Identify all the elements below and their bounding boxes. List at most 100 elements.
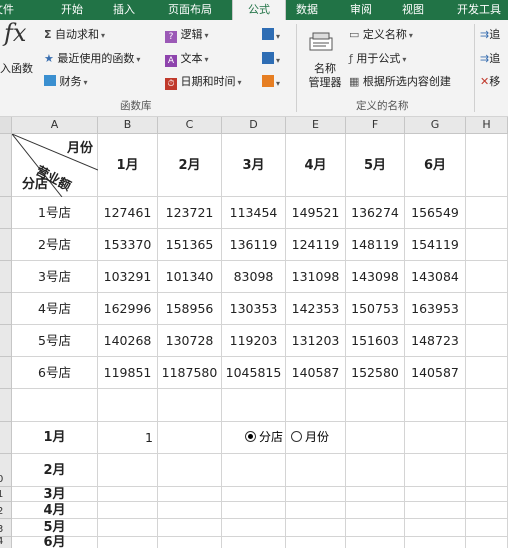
row-header[interactable] xyxy=(0,197,12,229)
data-value[interactable]: 140587 xyxy=(405,357,466,389)
data-value[interactable]: 142353 xyxy=(286,293,346,325)
math-button[interactable]: ▾ xyxy=(262,52,280,68)
data-value[interactable]: 131098 xyxy=(286,261,346,293)
fx-icon[interactable]: fx xyxy=(4,21,26,45)
data-value[interactable]: 162996 xyxy=(98,293,158,325)
column-header[interactable]: E xyxy=(286,117,346,134)
grid-cell[interactable] xyxy=(346,487,405,502)
column-header[interactable]: F xyxy=(346,117,405,134)
worksheet-grid[interactable]: ABCDEFGH01234月份营业额分店1月2月3月4月5月6月1号店12746… xyxy=(0,117,508,548)
insert-function-button[interactable]: 入函数 xyxy=(0,62,33,76)
tab-5[interactable]: 数据 xyxy=(292,0,322,20)
data-value[interactable]: 130728 xyxy=(158,325,222,357)
store-name[interactable]: 6号店 xyxy=(12,357,98,389)
data-value[interactable]: 152580 xyxy=(346,357,405,389)
column-header[interactable]: C xyxy=(158,117,222,134)
month-header[interactable]: 2月 xyxy=(158,134,222,197)
month-list-item[interactable]: 6月 xyxy=(12,536,98,548)
month-list-item[interactable]: 3月 xyxy=(12,487,98,502)
data-value[interactable]: 113454 xyxy=(222,197,286,229)
grid-cell[interactable] xyxy=(466,293,508,325)
column-header[interactable]: G xyxy=(405,117,466,134)
data-value[interactable]: 140587 xyxy=(286,357,346,389)
grid-cell[interactable] xyxy=(158,519,222,537)
month-header[interactable]: 5月 xyxy=(346,134,405,197)
grid-cell[interactable] xyxy=(346,519,405,537)
grid-cell[interactable] xyxy=(466,454,508,487)
diagonal-header-cell[interactable]: 月份 营业额 分店 xyxy=(12,134,98,197)
grid-cell[interactable] xyxy=(286,519,346,537)
autosum-button[interactable]: Σ 自动求和 ▾ xyxy=(44,28,105,43)
column-header[interactable]: D xyxy=(222,117,286,134)
grid-cell[interactable] xyxy=(158,454,222,487)
grid-cell[interactable] xyxy=(98,487,158,502)
grid-cell[interactable] xyxy=(98,519,158,537)
row-header[interactable] xyxy=(0,229,12,261)
data-value[interactable]: 130353 xyxy=(222,293,286,325)
data-value[interactable]: 140268 xyxy=(98,325,158,357)
row-header[interactable] xyxy=(0,325,12,357)
month-list-item[interactable]: 4月 xyxy=(12,502,98,519)
row-header[interactable] xyxy=(0,293,12,325)
grid-cell[interactable] xyxy=(405,537,466,548)
grid-cell[interactable] xyxy=(222,502,286,519)
select-all-corner[interactable] xyxy=(0,117,12,134)
row-header[interactable] xyxy=(0,357,12,389)
grid-cell[interactable] xyxy=(98,454,158,487)
month-header[interactable]: 4月 xyxy=(286,134,346,197)
tab-2[interactable]: 插入 xyxy=(110,0,138,20)
grid-cell[interactable] xyxy=(222,487,286,502)
store-name[interactable]: 5号店 xyxy=(12,325,98,357)
grid-cell[interactable] xyxy=(158,422,222,454)
define-name-button[interactable]: ▭ 定义名称 ▾ xyxy=(349,28,413,43)
grid-cell[interactable] xyxy=(222,389,286,422)
datetime-button[interactable]: ⏱ 日期和时间 ▾ xyxy=(165,75,242,90)
row-header[interactable]: 4 xyxy=(0,537,12,548)
data-value[interactable]: 136119 xyxy=(222,229,286,261)
grid-cell[interactable] xyxy=(158,537,222,548)
month-list-item[interactable]: 2月 xyxy=(12,454,98,487)
grid-cell[interactable] xyxy=(466,229,508,261)
data-value[interactable]: 153370 xyxy=(98,229,158,261)
store-name[interactable]: 2号店 xyxy=(12,229,98,261)
row-header[interactable] xyxy=(0,134,12,197)
month-header[interactable]: 1月 xyxy=(98,134,158,197)
grid-cell[interactable] xyxy=(466,325,508,357)
more-functions-button[interactable]: ▾ xyxy=(262,75,280,91)
lookup-button[interactable]: ▾ xyxy=(262,28,280,44)
grid-cell[interactable] xyxy=(466,197,508,229)
grid-cell[interactable] xyxy=(222,519,286,537)
grid-cell[interactable] xyxy=(346,537,405,548)
grid-cell[interactable] xyxy=(466,519,508,537)
grid-cell[interactable] xyxy=(466,537,508,548)
grid-cell[interactable] xyxy=(346,422,405,454)
name-manager-button[interactable]: 名称 管理器 xyxy=(305,62,345,90)
data-value[interactable]: 136274 xyxy=(346,197,405,229)
data-value[interactable]: 119203 xyxy=(222,325,286,357)
month-header[interactable]: 6月 xyxy=(405,134,466,197)
data-value[interactable]: 148723 xyxy=(405,325,466,357)
column-header[interactable]: B xyxy=(98,117,158,134)
create-from-selection-button[interactable]: ▦ 根据所选内容创建 xyxy=(349,75,451,89)
grid-cell[interactable] xyxy=(466,261,508,293)
grid-cell[interactable] xyxy=(158,502,222,519)
trace-dependents-button[interactable]: ⇉追 xyxy=(480,52,500,66)
grid-cell[interactable] xyxy=(466,389,508,422)
data-value[interactable]: 151603 xyxy=(346,325,405,357)
row-header[interactable] xyxy=(0,389,12,422)
remove-arrows-button[interactable]: ✕移 xyxy=(480,75,500,89)
store-name[interactable]: 1号店 xyxy=(12,197,98,229)
use-in-formula-button[interactable]: ƒ 用于公式 ▾ xyxy=(349,52,406,67)
data-value[interactable]: 156549 xyxy=(405,197,466,229)
column-header[interactable]: H xyxy=(466,117,508,134)
row-header[interactable] xyxy=(0,422,12,454)
grid-cell[interactable] xyxy=(286,389,346,422)
grid-cell[interactable] xyxy=(405,389,466,422)
data-value[interactable]: 127461 xyxy=(98,197,158,229)
grid-cell[interactable] xyxy=(286,454,346,487)
data-value[interactable]: 149521 xyxy=(286,197,346,229)
grid-cell[interactable] xyxy=(346,454,405,487)
month-header[interactable]: 3月 xyxy=(222,134,286,197)
data-value[interactable]: 131203 xyxy=(286,325,346,357)
finance-button[interactable]: 财务 ▾ xyxy=(44,75,88,90)
